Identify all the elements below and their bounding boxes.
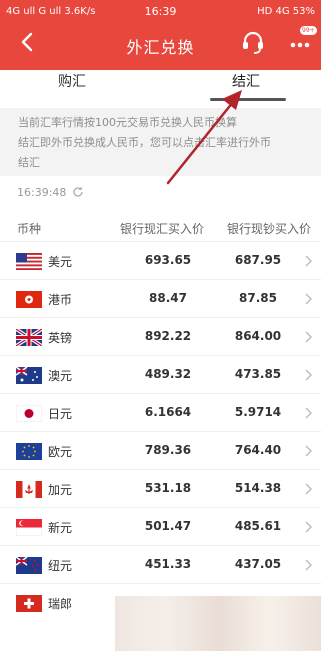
spot-buy-price: 789.36 [144,443,192,457]
nav-bar: 外汇兑换 99+ [0,22,321,68]
notice-line-1: 当前汇率行情按100元交易币兑换人民币换算 [18,116,237,129]
active-tab-indicator [210,98,286,101]
spot-buy-price: 451.33 [144,557,192,571]
tab-buy-fx[interactable]: 购汇 [58,71,86,91]
sg-flag-icon [16,519,42,536]
tab-bar: 购汇 结汇 [0,70,321,106]
chevron-right-icon [305,521,312,533]
us-flag-icon [16,253,42,270]
table-row[interactable]: 纽元 451.33 437.05 [0,547,321,584]
header-cash-buy: 银行现钞买入价 [227,222,312,236]
battery-status: HD 4G 53% [257,6,315,17]
currency-name: 日元 [48,407,73,421]
currency-name: 新元 [48,521,73,535]
currency-name: 纽元 [48,559,73,573]
spot-buy-price: 693.65 [144,253,192,267]
table-row[interactable]: 美元 693.65 687.95 [0,243,321,280]
currency-name: 瑞郎 [48,597,73,611]
hk-flag-icon [16,291,42,308]
currency-name: 澳元 [48,369,73,383]
uk-flag-icon [16,329,42,346]
table-row[interactable]: 欧元 789.36 764.40 [0,433,321,470]
app-header: 4G ull G ull 3.6K/s 16:39 HD 4G 53% 外汇兑换… [0,0,321,70]
blurred-overlay [115,596,321,651]
currency-name: 英镑 [48,331,73,345]
spot-buy-price: 489.32 [144,367,192,381]
update-time: 16:39:48 [17,186,67,199]
table-row[interactable]: 加元 531.18 514.38 [0,471,321,508]
nz-flag-icon [16,557,42,574]
ca-flag-icon [16,481,42,498]
cash-buy-price: 5.9714 [234,405,282,419]
header-currency: 币种 [17,222,42,236]
spot-buy-price: 892.22 [144,329,192,343]
spot-buy-price: 6.1664 [144,405,192,419]
notice-line-3: 结汇 [18,156,40,169]
notice-line-2: 结汇即外币兑换成人民币，您可以点击汇率进行外币 [18,136,271,149]
table-row[interactable]: 新元 501.47 485.61 [0,509,321,546]
ch-flag-icon [16,595,42,612]
chevron-right-icon [305,369,312,381]
chevron-right-icon [305,483,312,495]
chevron-right-icon [305,559,312,571]
chevron-right-icon [305,331,312,343]
chevron-right-icon [305,407,312,419]
spot-buy-price: 501.47 [144,519,192,533]
jp-flag-icon [16,405,42,422]
status-bar: 4G ull G ull 3.6K/s 16:39 HD 4G 53% [0,0,321,22]
spot-buy-price: 531.18 [144,481,192,495]
cash-buy-price: 687.95 [234,253,282,267]
currency-name: 美元 [48,255,73,269]
chevron-right-icon [305,445,312,457]
refresh-icon[interactable] [72,186,84,198]
header-spot-buy: 银行现汇买入价 [120,222,205,236]
chevron-right-icon [305,255,312,267]
currency-name: 港币 [48,293,73,307]
eu-flag-icon [16,443,42,460]
table-row[interactable]: 英镑 892.22 864.00 [0,319,321,356]
cash-buy-price: 514.38 [234,481,282,495]
cash-buy-price: 764.40 [234,443,282,457]
chevron-right-icon [305,293,312,305]
table-row[interactable]: 日元 6.1664 5.9714 [0,395,321,432]
page-title: 外汇兑换 [126,38,195,57]
cash-buy-price: 437.05 [234,557,282,571]
currency-name: 加元 [48,483,73,497]
spot-buy-price: 88.47 [149,291,187,305]
currency-name: 欧元 [48,445,73,459]
cash-buy-price: 485.61 [234,519,282,533]
cash-buy-price: 864.00 [234,329,282,343]
tab-sell-fx[interactable]: 结汇 [232,71,260,91]
table-row[interactable]: 澳元 489.32 473.85 [0,357,321,394]
cash-buy-price: 473.85 [234,367,282,381]
more-dots-icon [290,42,310,48]
notification-badge: 99+ [300,26,317,35]
headset-icon[interactable] [240,29,266,55]
more-button[interactable]: 99+ [288,26,317,56]
table-header: 币种 银行现汇买入价 银行现钞买入价 [0,216,321,242]
rate-notice: 当前汇率行情按100元交易币兑换人民币换算 结汇即外币兑换成人民币，您可以点击汇… [0,108,321,176]
table-row[interactable]: 港币 88.47 87.85 [0,281,321,318]
au-flag-icon [16,367,42,384]
cash-buy-price: 87.85 [239,291,277,305]
update-time-row: 16:39:48 [17,186,84,199]
